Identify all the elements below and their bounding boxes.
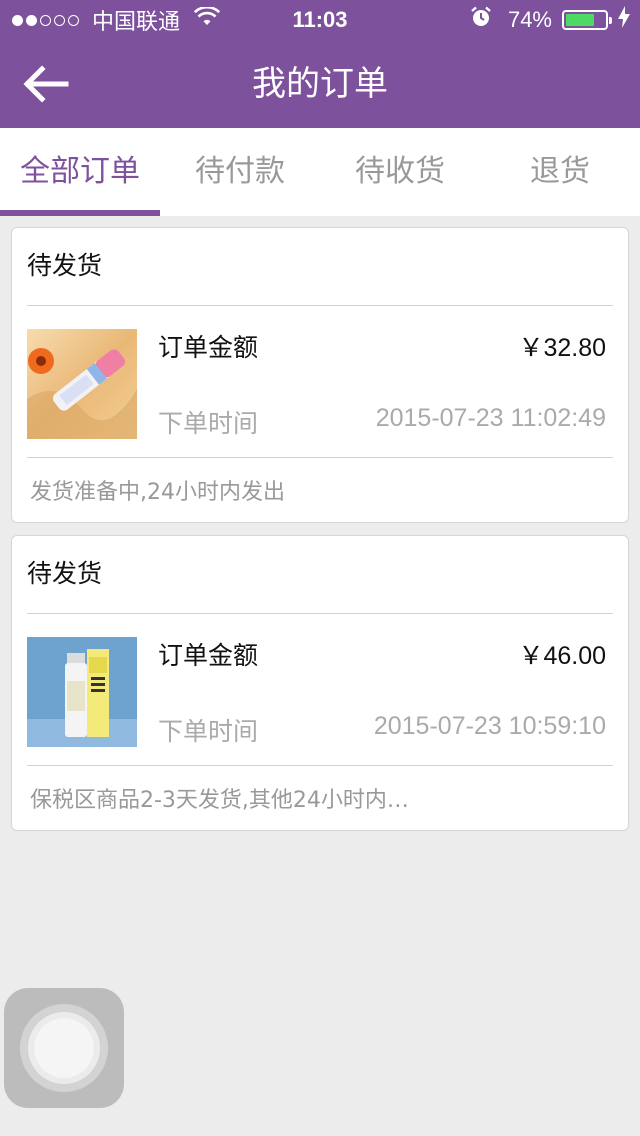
battery-percent: 74% [507, 7, 552, 32]
order-amount-label: 订单金额 [158, 333, 259, 362]
nav-bar: 我的订单 [0, 40, 640, 128]
order-amount: ￥46.00 [518, 642, 606, 670]
product-thumbnail[interactable] [27, 637, 137, 747]
order-time-label: 下单时间 [158, 409, 259, 438]
order-tabs: 全部订单 待付款 待收货 退货 [0, 128, 640, 216]
tab-pending-receipt[interactable]: 待收货 [320, 128, 480, 216]
page-title: 我的订单 [252, 64, 388, 104]
order-card[interactable]: 待发货 订单金额 ￥32.80 下单时间 2015-07-23 11:02:49… [11, 227, 629, 523]
order-time: 2015-07-23 11:02:49 [375, 404, 606, 432]
battery-level [566, 14, 595, 26]
divider [27, 613, 613, 614]
battery-icon [562, 10, 612, 30]
divider [27, 305, 613, 306]
order-amount-label: 订单金额 [158, 641, 259, 670]
order-card[interactable]: 待发货 订单金额 ￥46.00 下单时间 2015-07-23 10:59:10… [11, 535, 629, 831]
status-bar-right: 74% [470, 0, 630, 40]
order-time: 2015-07-23 10:59:10 [373, 712, 606, 740]
order-amount: ￥32.80 [518, 334, 606, 362]
product-thumbnail[interactable] [27, 329, 137, 439]
assistive-touch-button[interactable] [4, 988, 124, 1108]
status-bar: 中国联通 11:03 74% [0, 0, 640, 40]
charging-bolt-icon [618, 6, 630, 34]
tab-pending-payment[interactable]: 待付款 [160, 128, 320, 216]
order-status: 待发货 [27, 559, 103, 588]
divider [27, 765, 613, 766]
tab-all-orders[interactable]: 全部订单 [0, 128, 160, 216]
tab-returns[interactable]: 退货 [480, 128, 640, 216]
order-time-label: 下单时间 [158, 717, 259, 746]
shipping-note: 保税区商品2-3天发货,其他24小时内… [30, 788, 409, 813]
alarm-icon [470, 6, 492, 34]
divider [27, 457, 613, 458]
shipping-note: 发货准备中,24小时内发出 [30, 480, 285, 505]
order-status: 待发货 [27, 251, 103, 280]
